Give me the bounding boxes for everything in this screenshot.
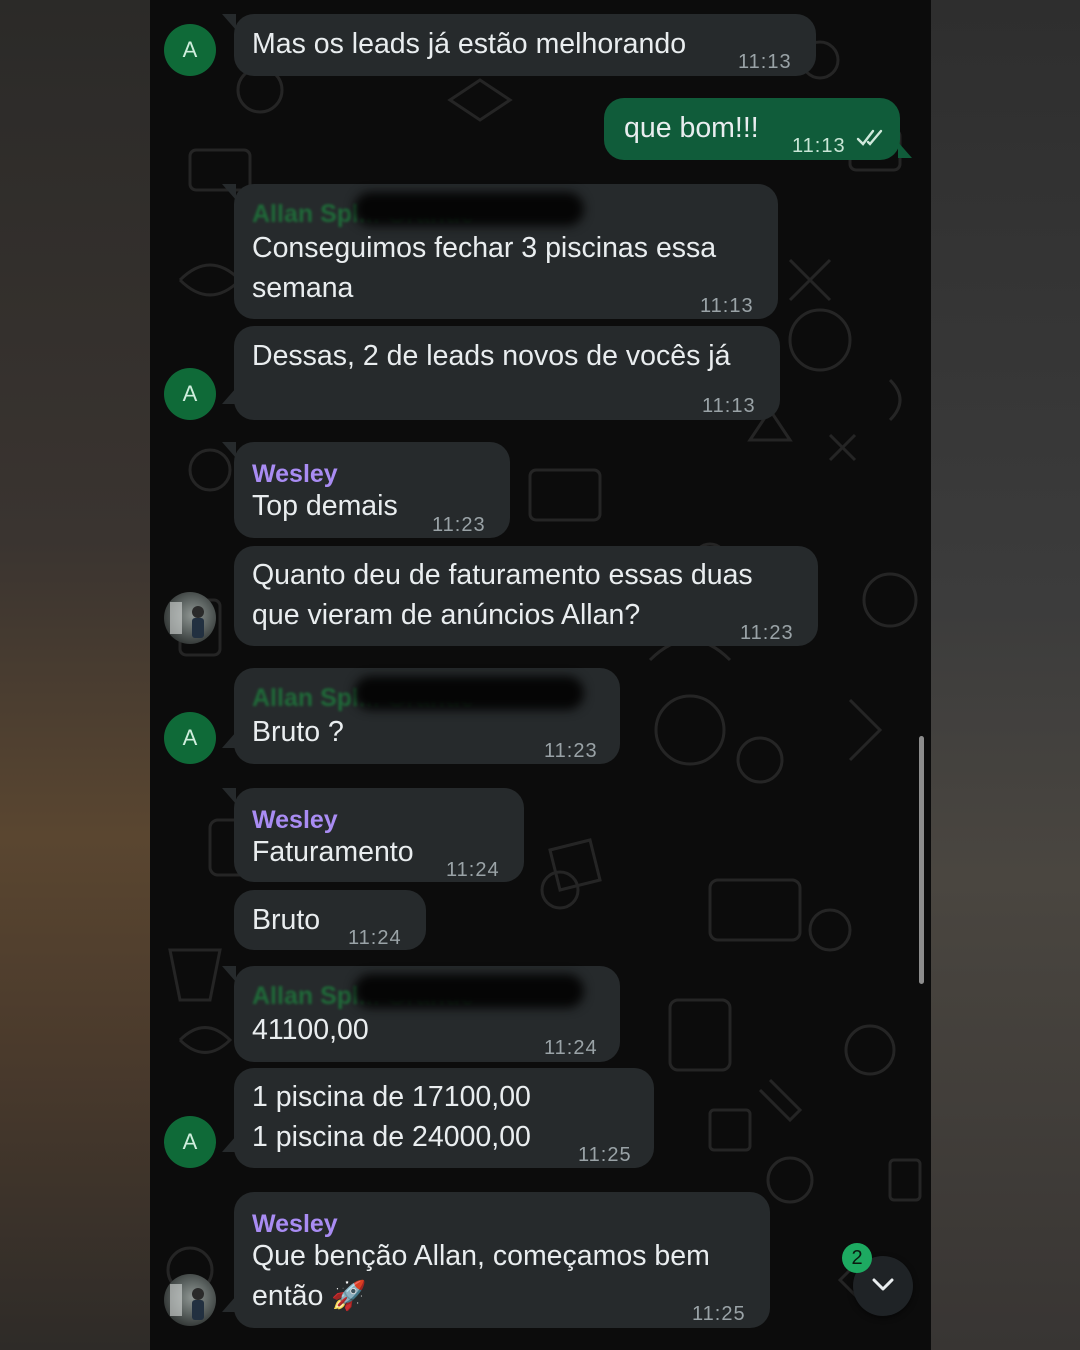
chat-area[interactable]: A Mas os leads já estão melhorando 11:13… xyxy=(150,0,931,1350)
participant-avatar[interactable]: A xyxy=(164,712,216,764)
participant-avatar[interactable]: A xyxy=(164,1116,216,1168)
message-bubble[interactable]: Allan Spl... Grande Bruto ? 11:23 xyxy=(222,668,620,764)
avatar-letter: A xyxy=(182,725,198,750)
message-text: Bruto ? xyxy=(252,716,344,748)
redaction-mark xyxy=(354,974,584,1008)
message-text: 41100,00 xyxy=(252,1014,369,1046)
message-text: Bruto xyxy=(252,904,321,936)
message-bubble[interactable]: 1 piscina de 17100,00 1 piscina de 24000… xyxy=(222,1068,654,1168)
double-check-icon xyxy=(856,129,883,146)
message-bubble[interactable]: Wesley Faturamento 11:24 xyxy=(222,788,524,882)
message-time: 11:23 xyxy=(432,514,486,536)
message-bubble[interactable]: Wesley Top demais 11:23 xyxy=(222,442,510,538)
message-time: 11:13 xyxy=(738,51,792,73)
message-time: 11:24 xyxy=(446,859,500,881)
chevron-down-icon xyxy=(872,1278,894,1291)
message-time: 11:13 xyxy=(700,295,754,317)
scrollbar-thumb[interactable] xyxy=(919,736,924,984)
bubble-tail xyxy=(222,966,236,982)
message-text: que bom!!! xyxy=(624,112,759,144)
message-time: 11:13 xyxy=(702,395,756,417)
message-text-line: semana xyxy=(252,272,354,304)
message-bubble[interactable]: Allan Spl... Grande Conseguimos fechar 3… xyxy=(222,184,778,319)
message-text: Mas os leads já estão melhorando xyxy=(252,28,687,60)
bubble-tail xyxy=(222,788,236,804)
participant-avatar[interactable]: A xyxy=(164,368,216,420)
message-text: Faturamento xyxy=(252,836,414,868)
message-bubble[interactable]: Bruto 11:24 xyxy=(234,890,426,950)
message-time: 11:24 xyxy=(348,927,402,949)
message-text-line: Que benção Allan, começamos bem xyxy=(252,1240,710,1272)
avatar-letter: A xyxy=(182,1129,198,1154)
message-time: 11:23 xyxy=(544,740,598,762)
message-text-line: 1 piscina de 24000,00 xyxy=(252,1121,531,1153)
person-photo-icon xyxy=(170,602,204,638)
message-time: 11:25 xyxy=(692,1303,746,1325)
background-right-blur xyxy=(930,0,1080,1350)
bubble-tail xyxy=(222,1136,236,1152)
avatar-letter: A xyxy=(182,381,198,406)
participant-avatar[interactable]: A xyxy=(164,24,216,76)
bubble-tail xyxy=(898,142,912,158)
participant-avatar-photo[interactable] xyxy=(164,1274,216,1326)
message-time: 11:23 xyxy=(740,622,794,644)
bubble-tail xyxy=(222,184,236,200)
bubble-tail xyxy=(222,388,236,404)
message-text-line: Conseguimos fechar 3 piscinas essa xyxy=(252,232,717,264)
bubble-tail xyxy=(222,732,236,748)
message-bubble[interactable]: Wesley Que benção Allan, começamos bem e… xyxy=(222,1192,770,1328)
message-bubble[interactable]: Quanto deu de faturamento essas duas que… xyxy=(234,546,818,646)
message-time: 11:13 xyxy=(792,135,846,157)
avatar-letter: A xyxy=(182,37,198,62)
message-text-line: Quanto deu de faturamento essas duas xyxy=(252,559,753,591)
message-text-line: que vieram de anúncios Allan? xyxy=(252,599,641,631)
person-photo-icon xyxy=(170,1284,204,1320)
background-left-blur xyxy=(0,0,150,1350)
participant-avatar-photo[interactable] xyxy=(164,592,216,644)
message-bubble[interactable]: Dessas, 2 de leads novos de vocês já 11:… xyxy=(222,326,780,420)
message-bubble[interactable]: Allan Spl... Grande 41100,00 11:24 xyxy=(222,966,620,1062)
bubble-tail xyxy=(222,14,236,30)
message-text-line: então 🚀 xyxy=(252,1280,367,1312)
message-time: 11:25 xyxy=(578,1144,632,1166)
unread-count-badge: 2 xyxy=(842,1243,872,1273)
message-text: Dessas, 2 de leads novos de vocês já xyxy=(252,340,731,372)
message-text-line: 1 piscina de 17100,00 xyxy=(252,1081,531,1113)
redaction-mark xyxy=(354,676,584,710)
message-time: 11:24 xyxy=(544,1037,598,1059)
bubble-tail xyxy=(222,442,236,458)
message-bubble-outgoing[interactable]: que bom!!! 11:13 xyxy=(604,98,912,160)
message-bubble[interactable]: Mas os leads já estão melhorando 11:13 xyxy=(222,14,816,76)
redaction-mark xyxy=(354,192,584,226)
message-text: Top demais xyxy=(252,490,398,522)
bubble-tail xyxy=(222,1296,236,1312)
